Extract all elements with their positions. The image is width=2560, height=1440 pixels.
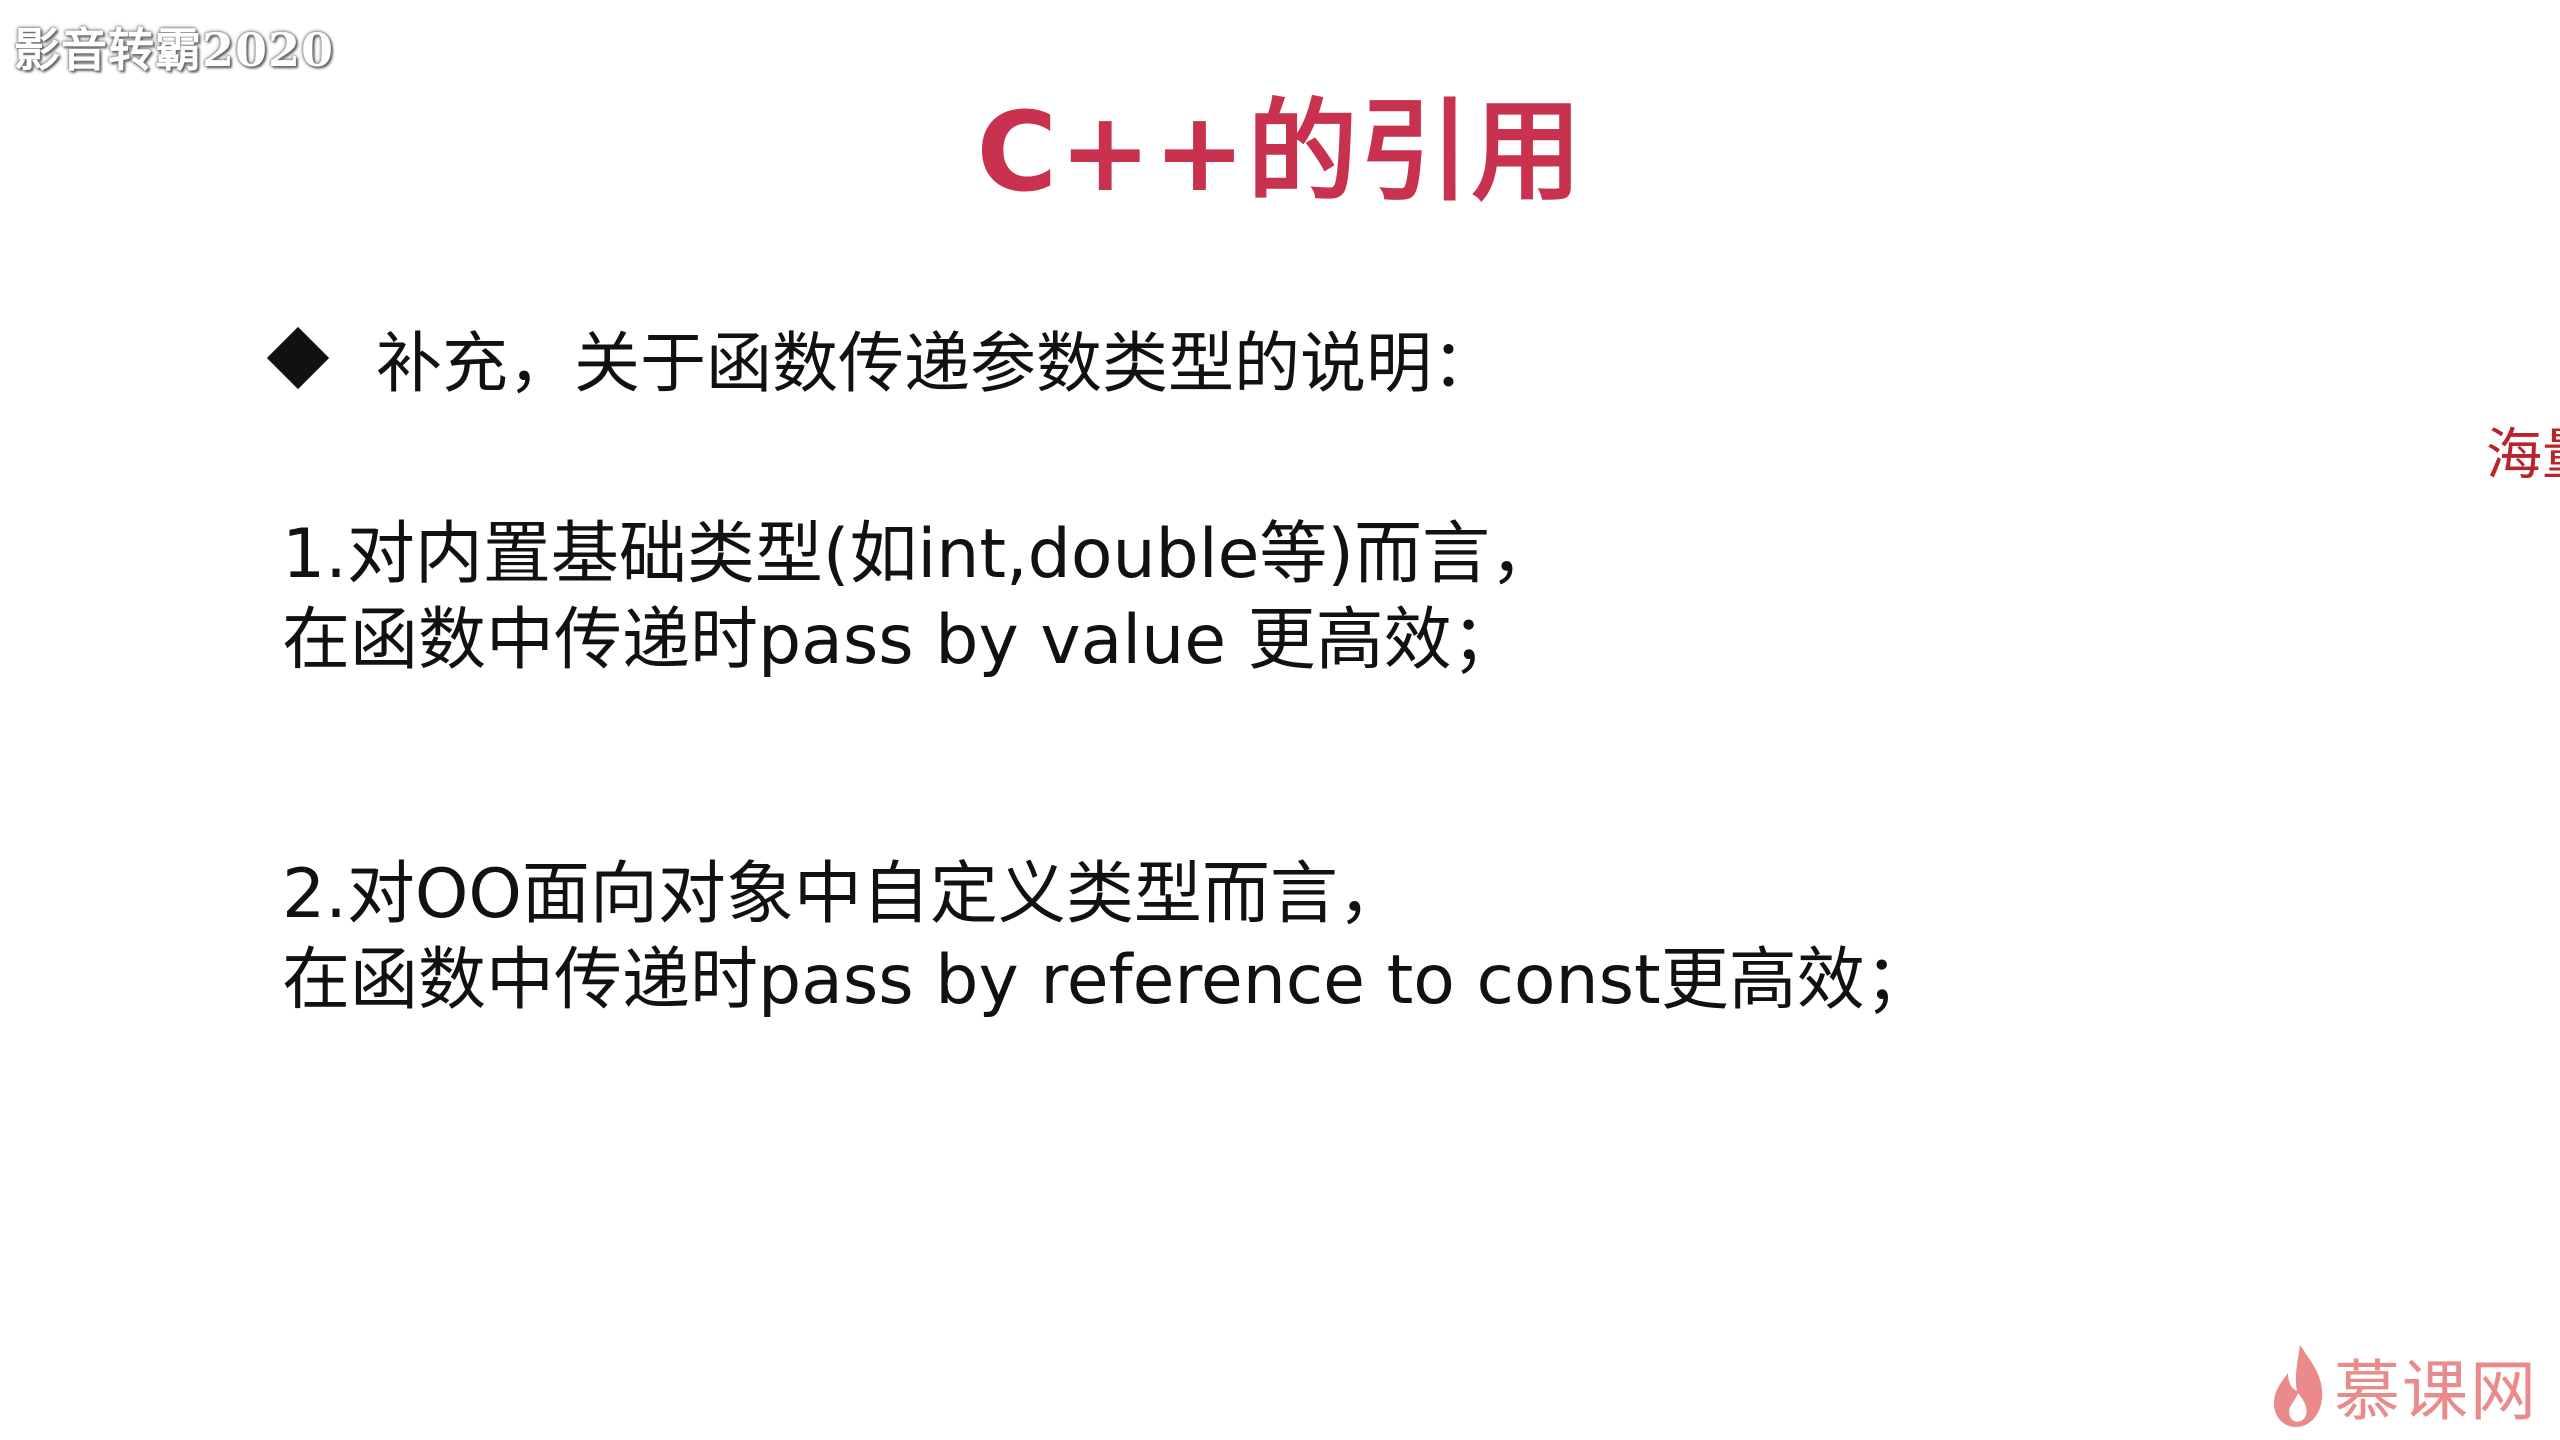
- bullet-text: 补充，关于函数传递参数类型的说明：: [376, 325, 1498, 402]
- bullet-heading: 补充，关于函数传递参数类型的说明：: [266, 310, 1498, 406]
- point-2-line-2: 在函数中传递时pass by reference to const更高效；: [282, 941, 1933, 1020]
- diamond-bullet-icon: [266, 326, 330, 390]
- point-2: 2.对OO面向对象中自定义类型而言， 在函数中传递时pass by refere…: [282, 852, 1933, 1024]
- point-1-line-2: 在函数中传递时pass by value 更高效；: [282, 601, 1520, 680]
- brand-logo: 慕课网: [2270, 1338, 2538, 1434]
- side-note-text: 海量: [2486, 423, 2560, 488]
- flame-icon: [2273, 1345, 2323, 1427]
- brand-name: 慕课网: [2334, 1353, 2538, 1430]
- point-2-line-1: 2.对OO面向对象中自定义类型而言，: [282, 855, 1406, 934]
- point-1-line-1: 1.对内置基础类型(如int,double等)而言，: [282, 515, 1558, 594]
- point-1: 1.对内置基础类型(如int,double等)而言， 在函数中传递时pass b…: [282, 512, 1558, 684]
- slide-title: C++的引用: [976, 88, 1584, 216]
